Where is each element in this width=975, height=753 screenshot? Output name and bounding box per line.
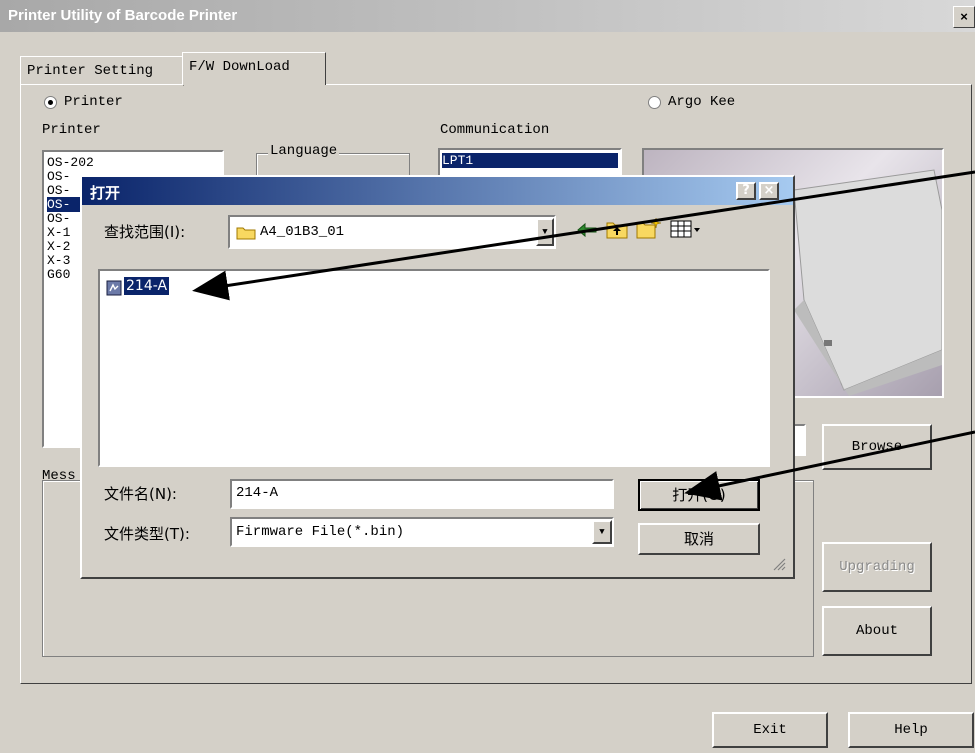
tab-fw-download[interactable]: F/W DownLoad [182, 52, 326, 85]
arrow-to-open-button [684, 430, 975, 501]
annotation-arrows [192, 170, 975, 501]
arrow-to-file [192, 170, 975, 301]
